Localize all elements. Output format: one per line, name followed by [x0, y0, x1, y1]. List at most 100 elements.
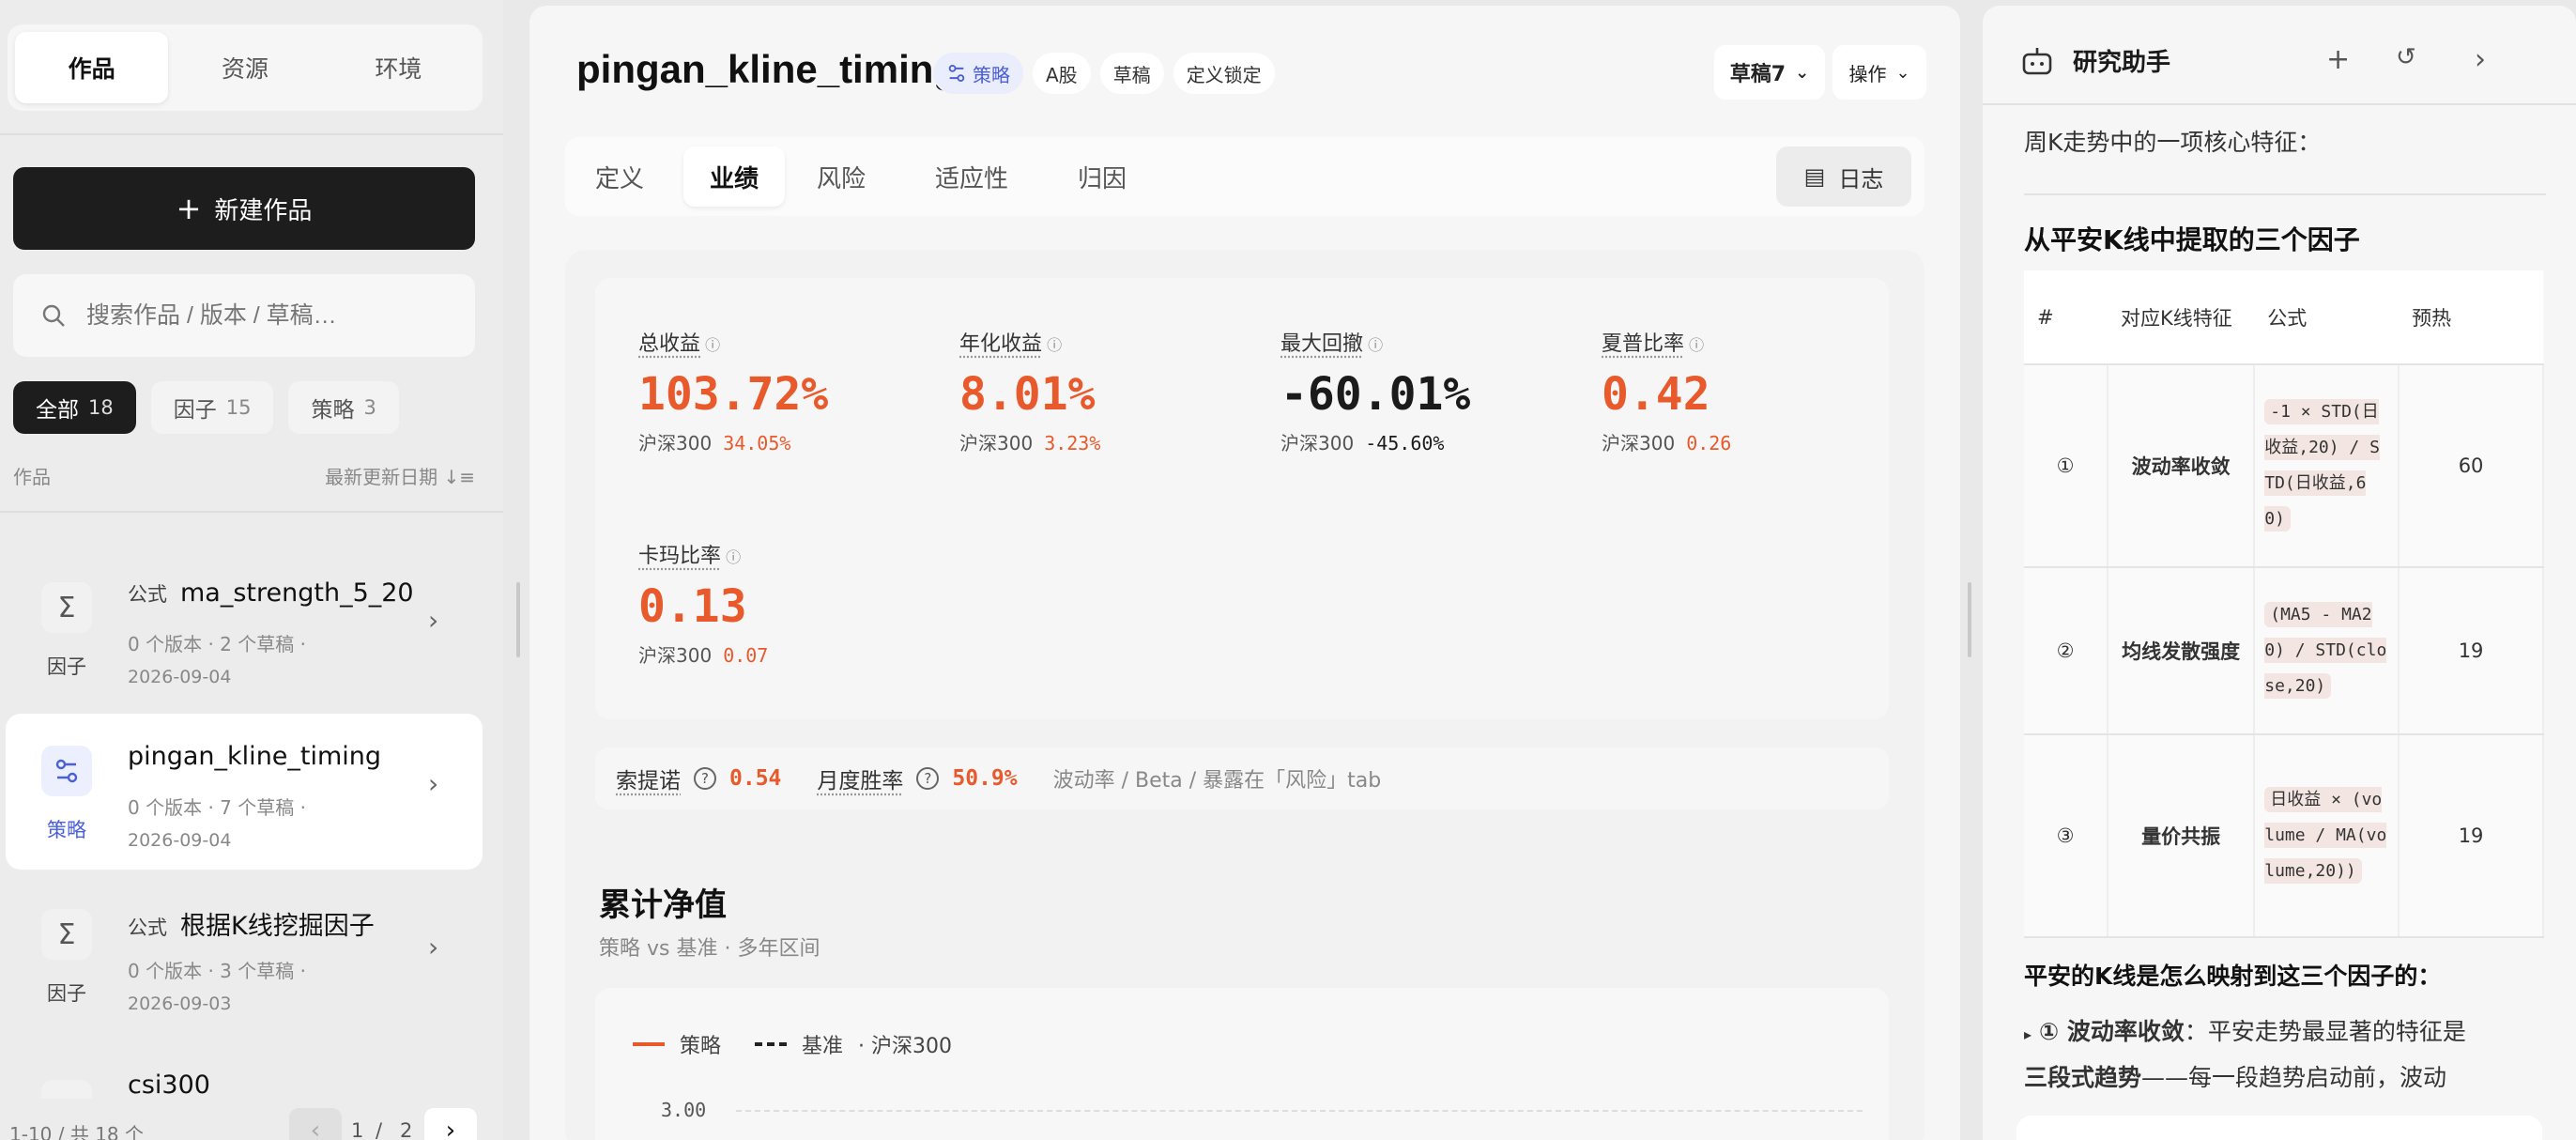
- page-title: pingan_kline_timing: [576, 47, 958, 91]
- item-tag: 公式: [128, 583, 167, 606]
- draft-select-button[interactable]: 草稿7 ⌄: [1714, 45, 1825, 100]
- metric-label[interactable]: 总收益: [638, 332, 700, 356]
- chevron-down-icon: ⌄: [1895, 62, 1910, 83]
- assistant-input[interactable]: [2016, 1116, 2542, 1140]
- prev-page-button[interactable]: ‹: [289, 1108, 342, 1140]
- row-num: ①: [2024, 364, 2108, 568]
- legend-strategy-label: 策略: [680, 1035, 722, 1058]
- metric-value: 8.01%: [959, 368, 1096, 421]
- filter-count: 15: [225, 396, 252, 419]
- sidebar-tabs: 作品 资源 环境: [8, 24, 483, 111]
- benchmark-name: 沪深300: [638, 644, 713, 667]
- list-item[interactable]: Σ 因子 公式 ma_strength_5_20 0 个版本 · 2 个草稿 · …: [6, 550, 483, 706]
- benchmark-value: 34.05%: [723, 432, 791, 454]
- metric-total-return: 总收益 ⓘ 103.72% 沪深300 34.05%: [638, 327, 939, 455]
- nav-chart-title: 累计净值: [599, 886, 727, 924]
- metric-label[interactable]: 最大回撤: [1280, 332, 1363, 356]
- log-button[interactable]: ▤ 日志: [1776, 146, 1911, 207]
- divider: [2024, 193, 2546, 195]
- gridline: [736, 1110, 1863, 1112]
- item-date: 2026-09-04: [128, 667, 232, 687]
- right-resize-handle[interactable]: [1968, 582, 1971, 657]
- tab-works[interactable]: 作品: [15, 32, 169, 103]
- sort-by-date[interactable]: 最新更新日期 ↓≡: [325, 462, 475, 489]
- sort-label: 最新更新日期: [325, 466, 438, 488]
- assistant-intro: 周K走势中的一项核心特征：: [2024, 129, 2322, 156]
- tab-resources[interactable]: 资源: [168, 32, 321, 103]
- legend-strategy-swatch: [633, 1042, 665, 1046]
- tab-adaptability[interactable]: 适应性: [899, 146, 1044, 207]
- list-item-selected[interactable]: 策略 pingan_kline_timing 0 个版本 · 7 个草稿 · 2…: [6, 714, 483, 870]
- list-header-title: 作品: [13, 466, 51, 488]
- strategy-icon: [41, 746, 92, 796]
- filter-label: 全部: [36, 398, 79, 423]
- tab-risk[interactable]: 风险: [790, 146, 892, 207]
- nav-chart-subtitle: 策略 vs 基准 · 多年区间: [599, 937, 820, 961]
- table-header-row: # 对应K线特征 公式 预热: [2024, 270, 2543, 365]
- actions-button[interactable]: 操作 ⌄: [1832, 45, 1926, 100]
- metric-value: 103.72%: [638, 368, 829, 421]
- log-label: 日志: [1838, 165, 1884, 193]
- next-page-button[interactable]: ›: [424, 1108, 477, 1140]
- help-icon[interactable]: ?: [916, 767, 940, 790]
- table-row: ② 均线发散强度 (MA5 - MA20) / STD(close,20) 19: [2024, 567, 2544, 735]
- secondary-ratios: 索提诺 ? 0.54 月度胜率 ? 50.9% 波动率 / Beta / 暴露在…: [595, 747, 1889, 809]
- badge-locked: 定义锁定: [1173, 53, 1275, 94]
- filter-all[interactable]: 全部 18: [13, 381, 136, 434]
- page-total: 2: [400, 1119, 413, 1140]
- legend-benchmark-name: · 沪深300: [858, 1035, 953, 1058]
- benchmark-value: 0.07: [723, 644, 769, 667]
- list-item[interactable]: Σ 因子 公式 根据K线挖掘因子 0 个版本 · 3 个草稿 · 2026-09-…: [6, 877, 483, 1033]
- metrics-grid: 总收益 ⓘ 103.72% 沪深300 34.05% 年化收益 ⓘ 8.01% 沪…: [595, 278, 1889, 719]
- benchmark-name: 沪深300: [959, 432, 1034, 454]
- tab-attribution[interactable]: 归因: [1046, 146, 1158, 207]
- plus-icon[interactable]: +: [2326, 43, 2350, 76]
- mapping-list: ▸ ① 波动率收敛：平安走势最显著的特征是 三段式趋势——每一段趋势启动前，波动: [2024, 1010, 2550, 1100]
- page-current: 1: [351, 1119, 364, 1140]
- chevron-right-icon: ›: [428, 932, 439, 963]
- item-title: csi300: [128, 1071, 210, 1099]
- row-num: ②: [2024, 567, 2108, 735]
- history-icon[interactable]: ↺: [2396, 43, 2416, 71]
- filter-factor[interactable]: 因子 15: [150, 381, 274, 434]
- nav-chart: 策略 基准 · 沪深300 3.00: [595, 988, 1889, 1140]
- winrate-label[interactable]: 月度胜率: [817, 763, 903, 794]
- sortino-label[interactable]: 索提诺: [616, 763, 681, 794]
- metric-label[interactable]: 夏普比率: [1602, 332, 1684, 356]
- col-header: #: [2024, 270, 2108, 365]
- metric-label[interactable]: 卡玛比率: [638, 545, 721, 568]
- tab-definition[interactable]: 定义: [565, 146, 674, 207]
- item-meta: 0 个版本 · 7 个草稿 ·: [128, 796, 306, 819]
- main-tabs: 定义 业绩 风险 适应性 归因 ▤ 日志: [565, 137, 1924, 216]
- tab-environment[interactable]: 环境: [322, 32, 475, 103]
- badge-market: A股: [1033, 53, 1091, 94]
- info-icon: ⓘ: [1047, 336, 1063, 354]
- filter-chips: 全部 18 因子 15 策略 3: [13, 381, 399, 434]
- chevron-right-icon: ›: [428, 605, 439, 636]
- metric-label[interactable]: 年化收益: [959, 332, 1042, 356]
- item-kind: 因子: [47, 982, 86, 1005]
- metric-value: 0.13: [638, 580, 747, 633]
- sidebar-resize-handle[interactable]: [516, 582, 520, 657]
- new-work-button[interactable]: + 新建作品: [13, 167, 475, 250]
- chevron-right-icon[interactable]: ›: [2475, 43, 2486, 76]
- info-icon: ⓘ: [726, 548, 742, 566]
- factor-table: # 对应K线特征 公式 预热 ① 波动率收敛 -1 × STD(日收益,20) …: [2024, 270, 2544, 938]
- winrate-value: 50.9%: [952, 766, 1018, 791]
- info-icon: ⓘ: [1368, 336, 1384, 354]
- list-item[interactable]: csi300: [6, 1042, 483, 1099]
- search-input[interactable]: [86, 301, 443, 330]
- search-box[interactable]: [13, 274, 475, 357]
- row-warmup: 19: [2399, 567, 2544, 735]
- row-formula: -1 × STD(日收益,20) / STD(日收益,60): [2264, 399, 2380, 531]
- item-meta: 0 个版本 · 2 个草稿 ·: [128, 633, 306, 655]
- tab-performance[interactable]: 业绩: [683, 146, 785, 207]
- filter-strategy[interactable]: 策略 3: [288, 381, 399, 434]
- list-header: 作品 最新更新日期 ↓≡: [13, 462, 475, 489]
- assistant-heading: 从平安K线中提取的三个因子: [2024, 224, 2360, 255]
- legend-benchmark-label: 基准: [802, 1035, 844, 1058]
- help-icon[interactable]: ?: [694, 767, 716, 790]
- bullet-text: ——每一段趋势启动前，波动: [2141, 1064, 2447, 1091]
- assistant-header: 研究助手: [2020, 43, 2170, 78]
- actions-label: 操作: [1848, 62, 1887, 85]
